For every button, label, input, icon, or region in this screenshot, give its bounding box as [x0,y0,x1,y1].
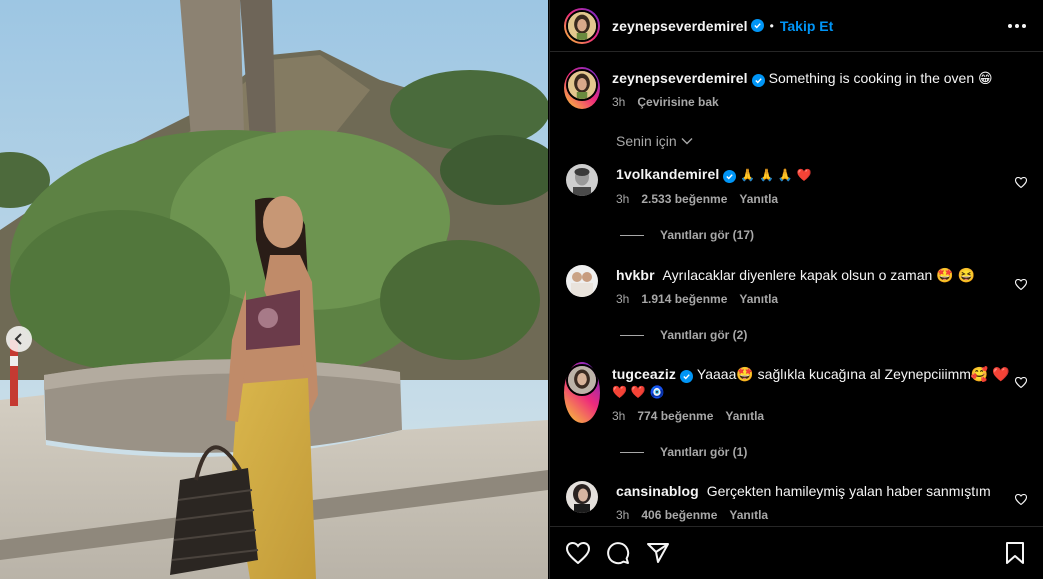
follow-button[interactable]: Takip Et [780,18,833,34]
avatar[interactable] [566,265,598,297]
comment-item: cansinablog Gerçekten hamileymiş yalan h… [564,481,1029,522]
comment-item: hvkbr Ayrılacaklar diyenlere kapak olsun… [564,265,1029,306]
post-action-bar [550,526,1043,579]
caption-avatar-ring[interactable] [564,67,600,109]
post-photo [0,0,548,579]
comment-button[interactable] [604,539,632,567]
caption-username[interactable]: zeynepseverdemirel [612,70,748,86]
replies-divider [620,334,644,336]
comment-like-button[interactable] [1014,375,1028,393]
comment-like-button[interactable] [1014,492,1028,510]
share-button[interactable] [644,539,672,567]
reply-button[interactable]: Yanıtla [729,508,768,522]
save-button[interactable] [1001,539,1029,567]
avatar[interactable] [566,164,598,196]
author-avatar-ring[interactable] [564,7,600,44]
comment-filter-label: Senin için [616,133,677,149]
comment-text: Yaaaa🤩 sağlıkla kucağına al Zeynepciiimm… [696,366,1010,382]
avatar-image [568,71,596,99]
avatar [566,9,598,42]
view-replies-button[interactable]: Yanıtları gör (2) [620,328,1029,342]
comments-list[interactable]: zeynepseverdemirel Something is cooking i… [550,53,1043,525]
replies-divider [620,234,644,236]
reply-button[interactable]: Yanıtla [725,409,764,423]
view-replies-button[interactable]: Yanıtları gör (17) [620,228,1029,242]
replies-divider [620,451,644,453]
comment-text: Ayrılacaklar diyenlere kapak olsun o zam… [662,267,975,283]
comment-text-line-2: ❤️ ❤️ 🧿 [612,385,665,399]
paper-plane-icon [647,543,669,563]
view-replies-label: Yanıtları gör (2) [660,328,748,342]
more-options-button[interactable] [1005,14,1029,38]
comment-text: 🙏 🙏 🙏 ❤️ [740,168,812,182]
avatar[interactable] [566,481,598,513]
comment-like-button[interactable] [1014,277,1028,295]
bookmark-icon [1006,542,1024,564]
comment-text: Gerçekten hamileymiş yalan haber sanmışt… [706,483,991,499]
caption-text: Something is cooking in the oven 😁 [768,70,993,86]
comment-like-button[interactable] [1014,175,1028,193]
view-replies-button[interactable]: Yanıtları gör (1) [620,445,1029,459]
comment-avatar-ring[interactable] [564,362,600,423]
view-replies-label: Yanıtları gör (17) [660,228,755,242]
heart-icon [1014,278,1028,291]
author-username[interactable]: zeynepseverdemirel [612,18,748,34]
caption-time[interactable]: 3h [612,95,625,109]
separator-dot: • [769,18,774,33]
comment-username[interactable]: cansinablog [616,483,699,499]
comment-time[interactable]: 3h [616,508,629,522]
verified-badge-icon [679,370,693,383]
verified-badge-icon [751,74,765,87]
avatar [566,364,598,396]
avatar [566,69,598,101]
avatar-image [568,11,596,40]
comment-time[interactable]: 3h [616,192,629,206]
heart-icon [1014,376,1028,389]
heart-icon [1014,176,1028,189]
verified-badge-icon [750,19,764,32]
reply-button[interactable]: Yanıtla [739,192,778,206]
reply-button[interactable]: Yanıtla [739,292,778,306]
avatar-image [566,481,598,513]
comment-username[interactable]: hvkbr [616,267,655,283]
ellipsis-icon [1008,23,1026,28]
comment-item: tugceaziz Yaaaa🤩 sağlıkla kucağına al Zey… [564,362,1029,423]
chevron-left-icon [14,333,22,345]
chevron-down-icon [681,138,693,145]
heart-icon [1014,493,1028,506]
comment-username[interactable]: tugceaziz [612,366,676,382]
post-side-panel: zeynepseverdemirel • Takip Et zeynepseve… [549,0,1043,579]
like-button[interactable] [564,539,592,567]
avatar-image [566,164,598,196]
comment-username[interactable]: 1volkandemirel [616,166,719,182]
translate-link[interactable]: Çevirisine bak [637,95,718,109]
photo-scene [0,0,548,579]
comment-item: 1volkandemirel 🙏 🙏 🙏 ❤️ 3h 2.533 beğenme … [564,164,1029,206]
avatar-image [566,265,598,297]
view-replies-label: Yanıtları gör (1) [660,445,748,459]
comment-time[interactable]: 3h [612,409,625,423]
comment-likes[interactable]: 774 beğenme [637,409,713,423]
comment-likes[interactable]: 406 beğenme [641,508,717,522]
post-header: zeynepseverdemirel • Takip Et [550,0,1043,52]
post-caption: zeynepseverdemirel Something is cooking i… [564,53,1029,109]
comment-time[interactable]: 3h [616,292,629,306]
comment-likes[interactable]: 1.914 beğenme [641,292,727,306]
comment-filter-dropdown[interactable]: Senin için [616,133,1029,149]
comment-bubble-icon [607,542,630,565]
heart-icon [566,542,590,564]
verified-badge-icon [723,170,737,183]
avatar-image [568,366,596,394]
comment-likes[interactable]: 2.533 beğenme [641,192,727,206]
carousel-prev-button[interactable] [6,326,32,352]
